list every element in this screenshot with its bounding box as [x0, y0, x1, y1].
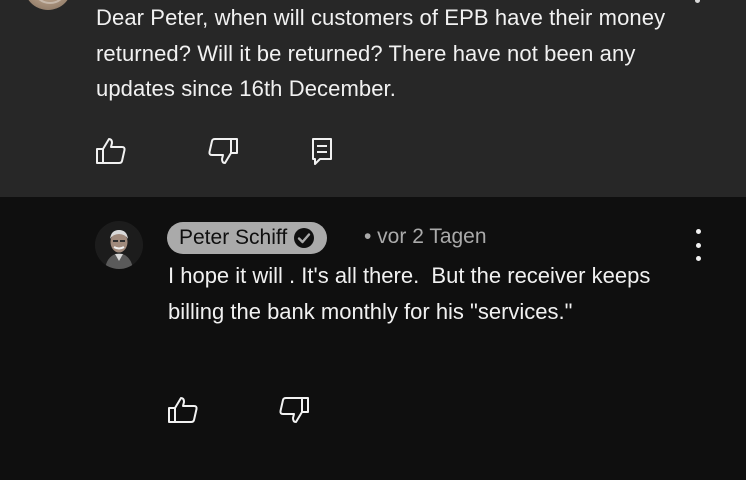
- commenter-avatar[interactable]: [24, 0, 72, 10]
- author-avatar-image: [95, 221, 143, 269]
- author-name-chip[interactable]: Peter Schiff: [167, 222, 328, 254]
- author-avatar[interactable]: [95, 221, 143, 269]
- kebab-dot: [695, 256, 701, 261]
- reply-text: I hope it will . It's all there. But the…: [168, 263, 657, 324]
- dislike-button[interactable]: [207, 135, 239, 167]
- thumbs-up-icon: [167, 394, 199, 426]
- reply-dislike-button[interactable]: [278, 394, 310, 426]
- parent-comment: Dear Peter, when will customers of EPB h…: [0, 0, 746, 197]
- reply-button[interactable]: [308, 135, 340, 167]
- comment-text: Dear Peter, when will customers of EPB h…: [96, 5, 666, 101]
- thumbs-down-icon: [207, 135, 239, 167]
- avatar-image: [32, 0, 68, 4]
- reply-icon: [308, 135, 340, 167]
- more-vert-icon[interactable]: [688, 229, 708, 261]
- thumbs-up-icon: [95, 135, 127, 167]
- thumbs-down-icon: [278, 394, 310, 426]
- author-name: Peter Schiff: [179, 226, 288, 249]
- reply-like-button[interactable]: [167, 394, 199, 426]
- verified-check-icon: [293, 227, 315, 249]
- like-button[interactable]: [95, 135, 127, 167]
- comment-timestamp: • vor 2 Tagen: [364, 225, 487, 248]
- kebab-dot: [695, 229, 701, 234]
- kebab-dot: [695, 242, 701, 248]
